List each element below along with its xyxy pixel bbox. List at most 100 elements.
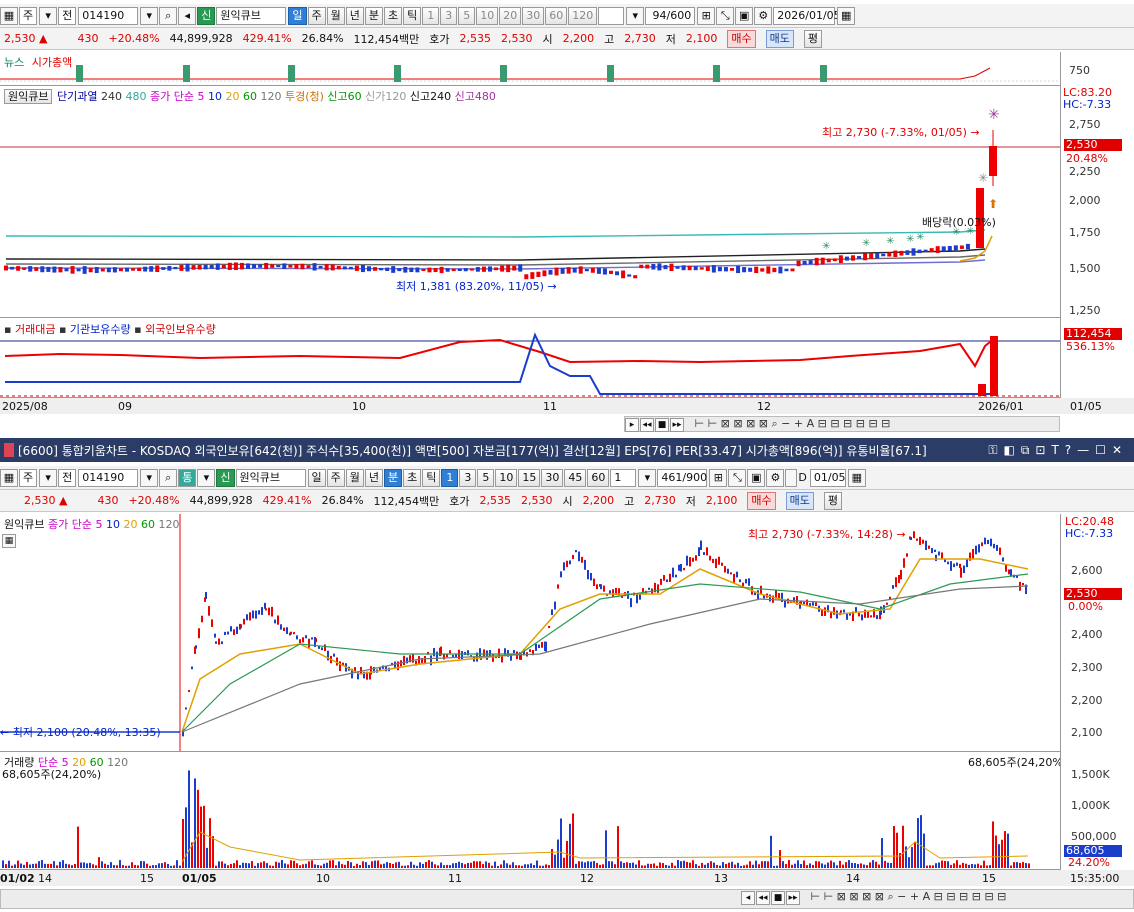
save-icon[interactable]: ▣ xyxy=(735,6,754,25)
period-week[interactable]: 주 xyxy=(326,468,345,487)
top-scrollbar[interactable]: ▸ ◂◂ ■ ▸▸ ⊢ ⊢ ⊠ ⊠ ⊠ ⊠ ⌕ − + A ⊟ ⊟ ⊟ ⊟ ⊟ ⊟ xyxy=(624,416,1060,432)
period-tick[interactable]: 틱 xyxy=(403,6,422,25)
candle xyxy=(100,268,105,272)
num-5[interactable]: 5 xyxy=(458,6,476,25)
num-1[interactable]: 1 xyxy=(422,6,440,25)
period-month[interactable]: 월 xyxy=(345,468,364,487)
draw-icon[interactable]: ⤡ xyxy=(716,6,735,25)
volume-bar xyxy=(353,865,355,868)
volume-bar xyxy=(266,863,268,868)
chart-tools-row[interactable]: ⊢ ⊢ ⊠ ⊠ ⊠ ⊠ ⌕ − + A ⊟ ⊟ ⊟ ⊟ ⊟ ⊟ xyxy=(695,417,891,430)
code-kind[interactable]: 전 xyxy=(58,6,77,25)
chevron-down-icon[interactable]: ▾ xyxy=(197,468,216,487)
period-second[interactable]: 초 xyxy=(384,6,403,25)
app-icon xyxy=(4,443,14,457)
num-15[interactable]: 15 xyxy=(518,468,541,487)
draw-icon[interactable]: ⤡ xyxy=(728,468,747,487)
search-icon[interactable]: ⌕ xyxy=(159,6,178,25)
credit-badge[interactable]: 신 xyxy=(197,6,216,25)
data-count[interactable]: 94/600 xyxy=(645,6,696,25)
num-10[interactable]: 10 xyxy=(476,6,499,25)
save-icon[interactable]: ▣ xyxy=(747,468,766,487)
candle xyxy=(906,553,908,557)
candle xyxy=(600,584,602,590)
volume-bar xyxy=(158,863,160,868)
chevron-down-icon[interactable]: ▾ xyxy=(140,468,159,487)
num-60[interactable]: 60 xyxy=(545,6,568,25)
candle xyxy=(305,635,307,639)
period-minute[interactable]: 분 xyxy=(384,468,403,487)
checkbox[interactable] xyxy=(785,468,798,487)
period-month[interactable]: 월 xyxy=(326,6,345,25)
calendar-icon[interactable]: ▦ xyxy=(837,6,856,25)
grid-icon[interactable]: ▦ xyxy=(0,6,18,25)
num-60[interactable]: 60 xyxy=(587,468,610,487)
chevron-down-icon[interactable]: ▾ xyxy=(39,468,58,487)
buy-button[interactable]: 매수 xyxy=(747,491,776,510)
period-minute[interactable]: 분 xyxy=(364,6,383,25)
num-30[interactable]: 30 xyxy=(541,468,564,487)
stock-name[interactable]: 원익큐브 xyxy=(216,6,287,25)
eval-button[interactable]: 평 xyxy=(823,491,843,510)
chevron-down-icon[interactable]: ▾ xyxy=(638,468,657,487)
num-3[interactable]: 3 xyxy=(459,468,477,487)
num-5[interactable]: 5 xyxy=(477,468,495,487)
minute-price-pane: 원익큐브 종가 단순 5 10 20 60 120 ▦ 최고 2,730 (-7… xyxy=(0,514,1060,752)
candle xyxy=(778,266,783,274)
gear-icon[interactable]: ⚙ xyxy=(754,6,773,25)
period-year[interactable]: 년 xyxy=(345,6,364,25)
num-10[interactable]: 10 xyxy=(495,468,518,487)
speaker-icon[interactable]: ◂ xyxy=(178,6,197,25)
period-year[interactable]: 년 xyxy=(364,468,383,487)
chevron-down-icon[interactable]: ▾ xyxy=(39,6,58,25)
num-3[interactable]: 3 xyxy=(440,6,458,25)
credit-badge[interactable]: 통 xyxy=(178,468,197,487)
credit-badge-2[interactable]: 신 xyxy=(216,468,235,487)
period-tick[interactable]: 틱 xyxy=(422,468,441,487)
data-count[interactable]: 461/900 xyxy=(657,468,708,487)
table-icon[interactable]: ▦ xyxy=(2,534,16,548)
period-second[interactable]: 초 xyxy=(403,468,422,487)
window-controls[interactable]: ⚿◧⧉⊡T?—☐✕ xyxy=(988,443,1128,458)
candle xyxy=(255,610,257,619)
chart-tools-icon[interactable]: ⊞ xyxy=(697,6,716,25)
sell-button[interactable]: 매도 xyxy=(765,29,794,48)
chart-tools-icon[interactable]: ⊞ xyxy=(709,468,728,487)
volume-bar xyxy=(968,864,970,868)
sell-button[interactable]: 매도 xyxy=(785,491,814,510)
grid-icon[interactable]: ▦ xyxy=(0,468,18,487)
unit-input[interactable] xyxy=(598,6,625,25)
date-input[interactable]: 01/05 xyxy=(809,468,846,487)
news-label: 뉴스 xyxy=(4,56,25,69)
stock-code-input[interactable]: 014190 xyxy=(78,468,139,487)
candle xyxy=(239,262,244,270)
stock-name[interactable]: 원익큐브 xyxy=(235,468,306,487)
volume-bar xyxy=(410,861,412,868)
chevron-down-icon[interactable]: ▾ xyxy=(626,6,645,25)
candle xyxy=(330,264,335,271)
num-1[interactable]: 1 xyxy=(441,468,459,487)
num-30[interactable]: 30 xyxy=(522,6,545,25)
calendar-icon[interactable]: ▦ xyxy=(847,468,866,487)
gear-icon[interactable]: ⚙ xyxy=(766,468,785,487)
code-kind[interactable]: 전 xyxy=(58,468,77,487)
chart-tools-row[interactable]: ⊢ ⊢ ⊠ ⊠ ⊠ ⊠ ⌕ − + A ⊟ ⊟ ⊟ ⊟ ⊟ ⊟ xyxy=(811,890,1007,903)
num-120[interactable]: 120 xyxy=(568,6,598,25)
bottom-scrollbar[interactable]: ◂ ◂◂ ■ ▸▸ ⊢ ⊢ ⊠ ⊠ ⊠ ⊠ ⌕ − + A ⊟ ⊟ ⊟ ⊟ ⊟ ⊟ xyxy=(0,889,1134,909)
open-label: 시 xyxy=(542,32,553,46)
period-select[interactable]: 주 xyxy=(19,468,38,487)
period-select[interactable]: 주 xyxy=(19,6,38,25)
search-icon[interactable]: ⌕ xyxy=(159,468,178,487)
num-45[interactable]: 45 xyxy=(564,468,587,487)
buy-button[interactable]: 매수 xyxy=(727,29,756,48)
date-input[interactable]: 2026/01/05 xyxy=(773,6,841,25)
stock-code-input[interactable]: 014190 xyxy=(78,6,139,25)
legend-stock-name[interactable]: 원익큐브 xyxy=(4,89,53,104)
unit-input[interactable]: 1 xyxy=(610,468,637,487)
eval-button[interactable]: 평 xyxy=(803,29,823,48)
chevron-down-icon[interactable]: ▾ xyxy=(140,6,159,25)
period-day[interactable]: 일 xyxy=(288,6,307,25)
num-20[interactable]: 20 xyxy=(499,6,522,25)
period-week[interactable]: 주 xyxy=(307,6,326,25)
period-day[interactable]: 일 xyxy=(307,468,326,487)
